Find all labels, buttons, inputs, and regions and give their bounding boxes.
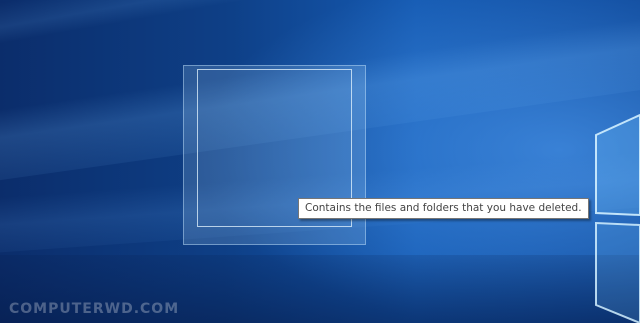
desktop[interactable]: Contains the files and folders that you … — [0, 0, 640, 323]
recycle-bin-tooltip: Contains the files and folders that you … — [298, 198, 589, 219]
watermark: COMPUTERWD.COM — [9, 301, 180, 317]
windows-logo-icon — [595, 113, 640, 323]
